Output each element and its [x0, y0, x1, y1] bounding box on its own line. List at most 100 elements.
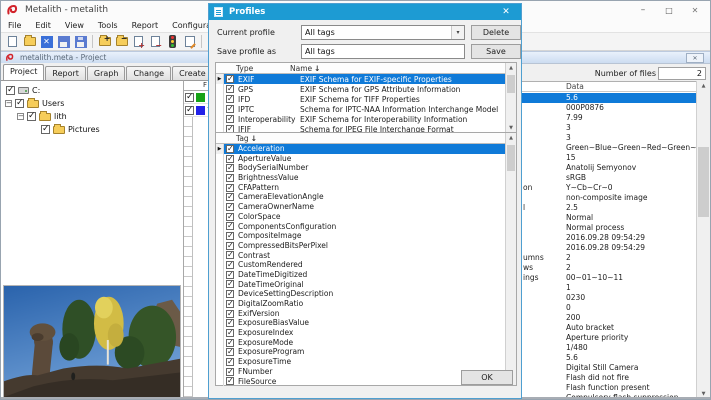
schema-checkbox[interactable]: [226, 74, 234, 83]
chevron-down-icon[interactable]: [451, 26, 464, 39]
toolbar-add-folder-button[interactable]: [96, 33, 113, 50]
tag-checkbox[interactable]: [226, 183, 234, 192]
metadata-row[interactable]: 2016.09.28 09:54:29: [522, 233, 696, 243]
tag-row-exposuretime[interactable]: ExposureTime: [216, 357, 516, 367]
tag-row-exposurebiasvalue[interactable]: ExposureBiasValue: [216, 318, 516, 329]
metadata-row[interactable]: 0: [522, 303, 696, 313]
tag-checkbox[interactable]: [226, 270, 234, 279]
toolbar-remove-file-button[interactable]: [147, 33, 164, 50]
metadata-row[interactable]: Flash function present: [522, 383, 696, 393]
metadata-row[interactable]: 5.6: [522, 353, 696, 363]
maximize-icon[interactable]: [656, 1, 682, 19]
current-profile-combobox[interactable]: All tags: [301, 25, 465, 40]
metadata-row[interactable]: Anatolij Semyonov: [522, 163, 696, 173]
metadata-row[interactable]: Flash did not fire: [522, 373, 696, 383]
tree-item-pictures[interactable]: Pictures: [41, 123, 100, 136]
tag-checkbox[interactable]: [226, 367, 234, 376]
menu-item-tools[interactable]: Tools: [91, 21, 125, 30]
toolbar-remove-folder-button[interactable]: [113, 33, 130, 50]
menu-item-report[interactable]: Report: [125, 21, 166, 30]
metadata-row[interactable]: 1: [522, 283, 696, 293]
toolbar-close-project-button[interactable]: [38, 33, 55, 50]
metadata-row[interactable]: 0230: [522, 293, 696, 303]
tag-checkbox[interactable]: [226, 241, 234, 250]
tag-row-cfapattern[interactable]: CFAPattern: [216, 183, 516, 193]
tag-checkbox[interactable]: [226, 192, 234, 202]
tag-row-componentsconfiguration[interactable]: ComponentsConfiguration: [216, 221, 516, 232]
tag-checkbox[interactable]: [226, 318, 234, 328]
dialog-close-icon[interactable]: [497, 4, 515, 20]
tag-row-compositeimage[interactable]: CompositeImage: [216, 231, 516, 241]
toolbar-add-file-button[interactable]: [130, 33, 147, 50]
toolbar-save-project-as-button[interactable]: [72, 33, 89, 50]
collapse-icon[interactable]: [17, 113, 24, 120]
panel-close-icon[interactable]: [686, 53, 704, 63]
toolbar-status-light-button[interactable]: [164, 33, 181, 50]
metadata-row[interactable]: Digital Still Camera: [522, 363, 696, 373]
menu-item-view[interactable]: View: [58, 21, 91, 30]
tag-checkbox[interactable]: [226, 376, 234, 386]
metadata-scrollbar[interactable]: [696, 81, 710, 399]
metadata-row[interactable]: l 2.5: [522, 203, 696, 213]
metadata-row[interactable]: Normal: [522, 213, 696, 223]
tag-row-compressedbitsperpixel[interactable]: CompressedBitsPerPixel: [216, 241, 516, 251]
tag-row-acceleration[interactable]: Acceleration: [216, 144, 516, 154]
tree-checkbox[interactable]: [41, 124, 50, 134]
scrollbar-thumb[interactable]: [507, 75, 515, 93]
file-checkbox[interactable]: [185, 92, 194, 102]
menu-item-file[interactable]: File: [1, 21, 28, 30]
tag-checkbox[interactable]: [226, 309, 234, 318]
metadata-row[interactable]: Normal process: [522, 223, 696, 233]
tree-item-lith[interactable]: lith: [17, 110, 67, 123]
metadata-row[interactable]: umns 2: [522, 253, 696, 263]
save-profile-input[interactable]: [301, 44, 465, 59]
tree-item-users[interactable]: Users: [5, 97, 64, 110]
tab-project[interactable]: Project: [3, 64, 45, 80]
metadata-row[interactable]: 7.99: [522, 113, 696, 123]
tag-checkbox[interactable]: [226, 163, 234, 173]
menu-item-edit[interactable]: Edit: [28, 21, 58, 30]
tag-row-exposuremode[interactable]: ExposureMode: [216, 338, 516, 348]
schema-checkbox[interactable]: [226, 84, 234, 93]
metadata-row[interactable]: 200: [522, 313, 696, 323]
tag-checkbox[interactable]: [226, 250, 234, 260]
tree-checkbox[interactable]: [6, 85, 15, 95]
metadata-row[interactable]: sRGB: [522, 173, 696, 183]
scroll-up-icon[interactable]: [697, 81, 710, 91]
tag-row-bodyserialnumber[interactable]: BodySerialNumber: [216, 163, 516, 174]
ok-button[interactable]: OK: [461, 370, 513, 385]
tag-checkbox[interactable]: [226, 289, 234, 299]
tab-create[interactable]: Create: [172, 66, 213, 80]
tag-row-customrendered[interactable]: CustomRendered: [216, 260, 516, 270]
tree-checkbox[interactable]: [27, 111, 36, 121]
tag-checkbox[interactable]: [226, 357, 234, 367]
schema-row-gps[interactable]: GPS EXIF Schema for GPS Attribute Informa…: [216, 84, 516, 94]
file-row[interactable]: [184, 91, 208, 104]
tag-checkbox[interactable]: [226, 154, 234, 163]
toolbar-open-project-button[interactable]: [21, 33, 38, 50]
tag-row-colorspace[interactable]: ColorSpace: [216, 212, 516, 222]
toolbar-save-project-button[interactable]: [55, 33, 72, 50]
tag-checkbox[interactable]: [226, 328, 234, 338]
tag-checkbox[interactable]: [226, 347, 234, 357]
type-table-scrollbar[interactable]: [505, 63, 516, 133]
schema-checkbox[interactable]: [226, 114, 234, 123]
metadata-row[interactable]: Green~Blue~Green~Red~Green~Red~C: [522, 143, 696, 153]
tag-table-scrollbar[interactable]: [505, 133, 516, 385]
tag-checkbox[interactable]: [226, 173, 234, 183]
metadata-row[interactable]: 000P0876: [522, 103, 696, 113]
tag-row-cameraownername[interactable]: CameraOwnerName: [216, 202, 516, 212]
file-row[interactable]: 7: [184, 104, 208, 117]
tag-checkbox[interactable]: [226, 279, 234, 289]
metadata-row[interactable]: 2016.09.28 09:54:29: [522, 243, 696, 253]
schema-checkbox[interactable]: [226, 94, 234, 103]
metadata-row[interactable]: ings 00~01~10~11: [522, 273, 696, 283]
tree-item-c[interactable]: C:: [6, 84, 40, 97]
metadata-row[interactable]: 3: [522, 123, 696, 133]
scrollbar-thumb[interactable]: [698, 147, 709, 217]
tag-row-cameraelevationangle[interactable]: CameraElevationAngle: [216, 192, 516, 203]
tag-row-devicesettingdescription[interactable]: DeviceSettingDescription: [216, 289, 516, 299]
name-column-header[interactable]: Name: [286, 64, 516, 73]
collapse-icon[interactable]: [5, 100, 12, 107]
schema-row-interoperability[interactable]: Interoperability EXIF Schema for Interope…: [216, 114, 516, 124]
